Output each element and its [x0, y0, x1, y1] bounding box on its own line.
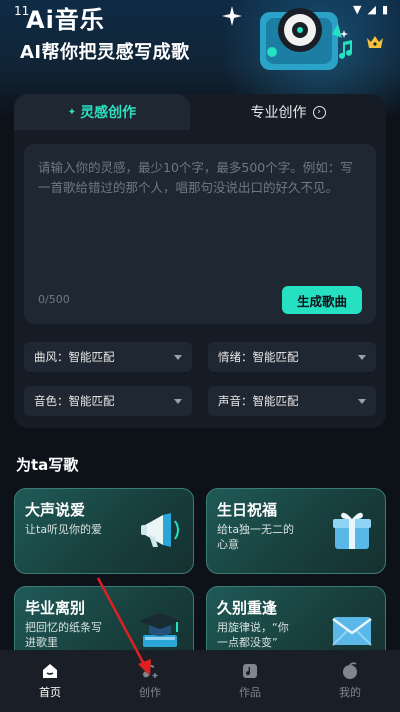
timbre-select-label: 音色：智能匹配 — [34, 394, 115, 408]
card-birthday[interactable]: 生日祝福 给ta独一无二的心意 — [206, 488, 386, 574]
works-icon — [243, 664, 257, 678]
gift-icon — [333, 512, 371, 549]
timbre-select[interactable]: 音色：智能匹配 — [24, 386, 192, 416]
nav-mine-label: 我的 — [339, 686, 361, 699]
nav-home-label: 首页 — [39, 686, 61, 699]
mood-select[interactable]: 情绪：智能匹配 — [208, 342, 376, 372]
bottom-nav: 首页 创作 作品 我的 — [0, 650, 400, 712]
card-say-love[interactable]: 大声说爱 让ta听见你的爱 — [14, 488, 194, 574]
card-desc: 让ta听见你的爱 — [25, 523, 103, 536]
style-select-label: 曲风：智能匹配 — [34, 350, 115, 364]
inspiration-textarea[interactable]: 请输入你的灵感，最少10个字，最多500个字。例如：写一首歌给错过的那个人，唱那… — [24, 144, 376, 324]
music-note-icon — [339, 40, 352, 59]
voice-select-label: 声音：智能匹配 — [218, 394, 299, 408]
char-counter: 0/500 — [38, 293, 70, 306]
nav-create-label: 创作 — [139, 686, 161, 699]
app-subtitle: AI帮你把灵感写成歌 — [20, 42, 190, 63]
card-title: 毕业离别 — [25, 599, 86, 617]
tab-inspiration[interactable]: ✦ 灵感创作 — [14, 94, 190, 130]
voice-select[interactable]: 声音：智能匹配 — [208, 386, 376, 416]
music-note-nav-icon — [143, 664, 158, 678]
card-desc: 用旋律说，“你一点都没变” — [217, 621, 289, 649]
envelope-icon — [332, 617, 372, 646]
sparkle-small-icon — [340, 30, 348, 38]
caret-down-icon — [358, 354, 366, 360]
style-select[interactable]: 曲风：智能匹配 — [24, 342, 192, 372]
tab-professional[interactable]: 专业创作 › — [190, 94, 386, 130]
nav-works-label: 作品 — [239, 686, 261, 699]
vip-crown-icon[interactable] — [366, 34, 384, 50]
caret-down-icon — [174, 398, 182, 404]
generate-song-button[interactable]: 生成歌曲 — [282, 286, 362, 314]
nav-works[interactable]: 作品 — [200, 650, 300, 712]
nav-create[interactable]: 创作 — [100, 650, 200, 712]
tab-inspiration-label: 灵感创作 — [80, 105, 137, 121]
home-icon — [43, 664, 57, 678]
arrow-right-circle-icon: › — [312, 105, 326, 119]
app-title: Ai音乐 — [26, 6, 105, 34]
card-desc: 把回忆的纸条写进歌里 — [25, 621, 102, 649]
graduation-cap-icon — [139, 613, 181, 647]
card-title: 生日祝福 — [217, 501, 278, 519]
mood-select-label: 情绪：智能匹配 — [218, 350, 299, 364]
section-title: 为ta写歌 — [16, 456, 79, 474]
signal-icon: ◢ — [367, 3, 376, 16]
caret-down-icon — [358, 398, 366, 404]
megaphone-icon — [141, 513, 179, 547]
card-title: 久别重逢 — [217, 599, 278, 617]
radio-illustration-icon — [260, 8, 342, 70]
caret-down-icon — [174, 354, 182, 360]
wifi-icon: ▼ — [353, 3, 362, 16]
card-title: 大声说爱 — [25, 501, 86, 519]
battery-icon: ▮ — [381, 3, 388, 16]
tab-professional-label: 专业创作 — [250, 105, 307, 121]
status-icons: ▼ ◢ ▮ — [353, 3, 388, 16]
sparkle-tab-icon: ✦ — [67, 106, 77, 118]
nav-mine[interactable]: 我的 — [300, 650, 400, 712]
card-desc: 给ta独一无二的心意 — [217, 523, 295, 551]
inspiration-placeholder: 请输入你的灵感，最少10个字，最多500个字。例如：写一首歌给错过的那个人，唱那… — [38, 160, 353, 195]
profile-icon — [343, 662, 357, 679]
nav-home[interactable]: 首页 — [0, 650, 100, 712]
sparkle-icon — [222, 6, 242, 26]
